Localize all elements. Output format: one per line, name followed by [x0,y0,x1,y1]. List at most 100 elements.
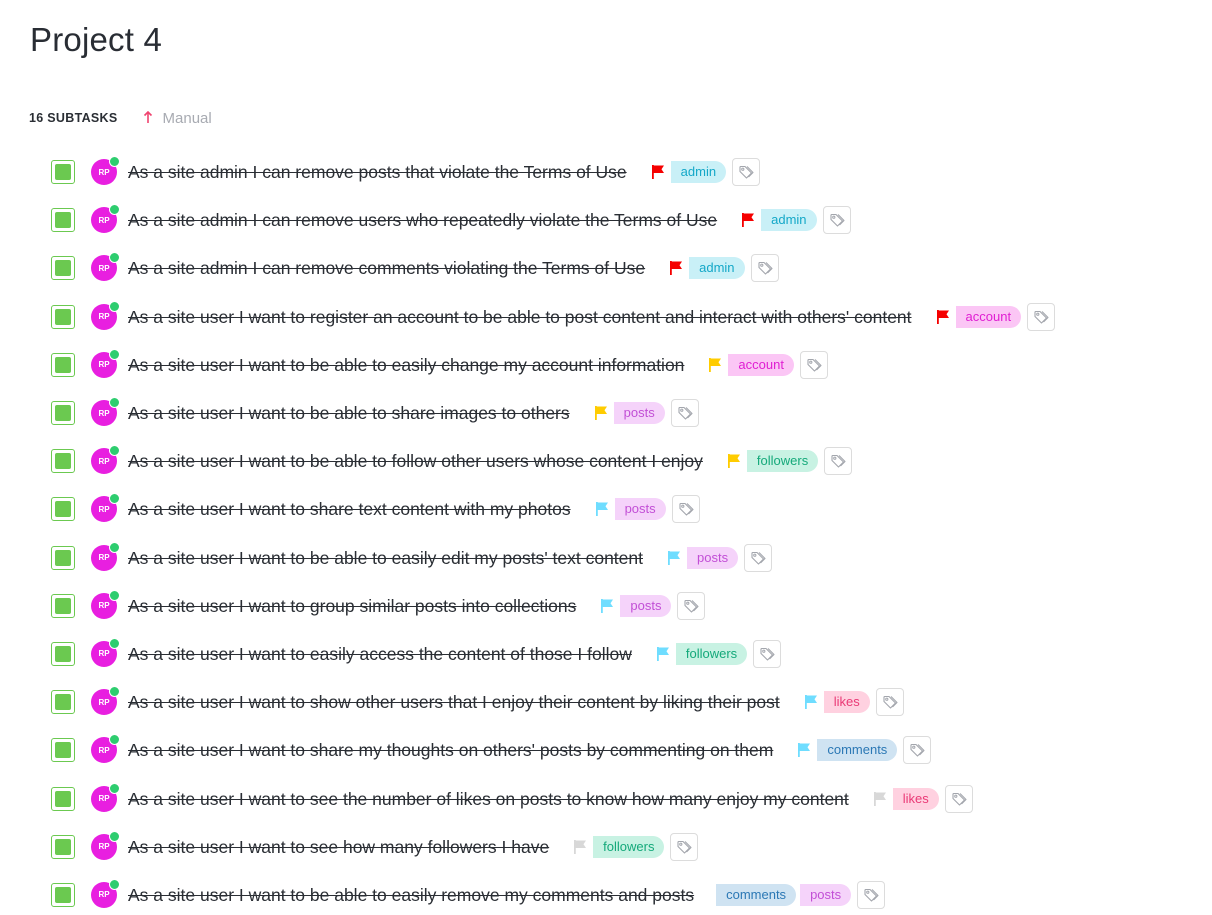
subtask-row[interactable]: RP As a site user I want to group similar… [0,582,1212,630]
add-tag-button[interactable] [732,158,761,187]
complete-checkbox[interactable] [51,690,75,715]
priority-flag-icon[interactable] [595,501,609,517]
priority-flag-icon[interactable] [873,791,887,807]
subtask-name[interactable]: As a site user I want to share text cont… [128,498,571,520]
priority-flag-icon[interactable] [936,309,950,325]
subtask-row[interactable]: RP As a site user I want to be able to fo… [0,437,1212,485]
complete-checkbox[interactable] [51,352,75,377]
priority-flag-icon[interactable] [741,212,755,228]
assignee-avatar[interactable]: RP [91,397,120,427]
add-tag-button[interactable] [944,784,973,813]
tag-posts[interactable]: posts [687,546,739,569]
priority-flag-icon[interactable] [594,405,608,421]
priority-flag-icon[interactable] [573,839,587,855]
subtask-name[interactable]: As a site user I want to be able to easi… [128,354,684,376]
complete-checkbox[interactable] [51,834,75,859]
assignee-avatar[interactable]: RP [91,830,120,860]
tag-followers[interactable]: followers [675,642,748,665]
subtask-name[interactable]: As a site user I want to group similar p… [128,595,576,617]
tag-likes[interactable]: likes [823,691,870,714]
tag-admin[interactable]: admin [670,161,727,184]
assignee-avatar[interactable]: RP [91,156,120,186]
subtask-row[interactable]: RP As a site user I want to easily access… [0,630,1212,678]
subtask-row[interactable]: RP As a site admin I can remove comments … [0,244,1212,292]
add-tag-button[interactable] [671,495,700,524]
add-tag-button[interactable] [1027,302,1056,331]
priority-flag-icon[interactable] [727,453,741,469]
priority-flag-icon[interactable] [804,694,818,710]
complete-checkbox[interactable] [51,401,75,426]
tag-followers[interactable]: followers [593,835,665,858]
priority-flag-icon[interactable] [669,260,683,276]
complete-checkbox[interactable] [51,786,75,811]
subtask-row[interactable]: RP As a site admin I can remove users who… [0,196,1212,244]
add-tag-button[interactable] [670,832,699,861]
assignee-avatar[interactable]: RP [91,637,120,667]
subtask-name[interactable]: As a site admin I can remove posts that … [128,161,627,183]
subtask-row[interactable]: RP As a site user I want to be able to ea… [0,871,1212,915]
tag-posts[interactable]: posts [800,883,852,906]
subtask-row[interactable]: RP As a site user I want to be able to sh… [0,389,1212,437]
subtask-row[interactable]: RP As a site user I want to see how many … [0,823,1212,871]
subtask-name[interactable]: As a site user I want to be able to shar… [128,402,570,424]
subtask-name[interactable]: As a site user I want to share my though… [128,739,773,761]
subtask-name[interactable]: As a site admin I can remove users who r… [128,209,717,231]
assignee-avatar[interactable]: RP [91,541,120,571]
subtask-name[interactable]: As a site user I want to be able to easi… [128,884,694,906]
subtask-row[interactable]: RP As a site user I want to share my thou… [0,726,1212,774]
tag-posts[interactable]: posts [613,402,665,425]
complete-checkbox[interactable] [51,738,75,763]
add-tag-button[interactable] [824,447,853,476]
tag-admin[interactable]: admin [761,209,817,232]
priority-flag-icon[interactable] [656,646,670,662]
subtask-row[interactable]: RP As a site user I want to share text co… [0,485,1212,533]
priority-flag-icon[interactable] [667,550,681,566]
complete-checkbox[interactable] [51,641,75,666]
complete-checkbox[interactable] [51,497,75,522]
complete-checkbox[interactable] [51,593,75,618]
add-tag-button[interactable] [753,639,782,668]
add-tag-button[interactable] [750,254,779,283]
priority-flag-icon[interactable] [797,742,811,758]
assignee-avatar[interactable]: RP [91,734,120,764]
assignee-avatar[interactable]: RP [91,878,120,908]
add-tag-button[interactable] [857,880,886,909]
assignee-avatar[interactable]: RP [91,348,120,378]
subtask-name[interactable]: As a site user I want to be able to easi… [128,547,643,569]
complete-checkbox[interactable] [51,449,75,474]
assignee-avatar[interactable]: RP [91,686,120,716]
add-tag-button[interactable] [799,350,828,379]
add-tag-button[interactable] [670,399,699,428]
subtask-name[interactable]: As a site user I want to register an acc… [128,306,912,328]
tag-followers[interactable]: followers [746,450,819,473]
complete-checkbox[interactable] [51,208,75,233]
add-tag-button[interactable] [903,736,932,765]
complete-checkbox[interactable] [51,882,75,907]
priority-flag-icon[interactable] [708,357,722,373]
subtask-row[interactable]: RP As a site user I want to show other us… [0,678,1212,726]
subtask-name[interactable]: As a site admin I can remove comments vi… [128,257,645,279]
assignee-avatar[interactable]: RP [91,300,120,330]
add-tag-button[interactable] [875,688,904,717]
assignee-avatar[interactable]: RP [91,589,120,619]
assignee-avatar[interactable]: RP [91,782,120,812]
tag-posts[interactable]: posts [614,498,666,521]
complete-checkbox[interactable] [51,256,75,281]
subtask-row[interactable]: RP As a site user I want to see the numbe… [0,774,1212,822]
tag-account[interactable]: account [955,305,1022,328]
subtask-name[interactable]: As a site user I want to see the number … [128,788,849,810]
complete-checkbox[interactable] [51,160,75,185]
tag-comments[interactable]: comments [817,739,898,762]
priority-flag-icon[interactable] [600,598,614,614]
assignee-avatar[interactable]: RP [91,445,120,475]
complete-checkbox[interactable] [51,545,75,570]
assignee-avatar[interactable]: RP [91,252,120,282]
subtask-name[interactable]: As a site user I want to be able to foll… [128,450,703,472]
add-tag-button[interactable] [744,543,773,572]
subtask-row[interactable]: RP As a site user I want to be able to ea… [0,341,1212,389]
complete-checkbox[interactable] [51,304,75,329]
subtask-row[interactable]: RP As a site user I want to be able to ea… [0,534,1212,582]
subtask-row[interactable]: RP As a site admin I can remove posts tha… [0,148,1212,196]
tag-account[interactable]: account [728,353,794,376]
tag-likes[interactable]: likes [892,787,939,810]
